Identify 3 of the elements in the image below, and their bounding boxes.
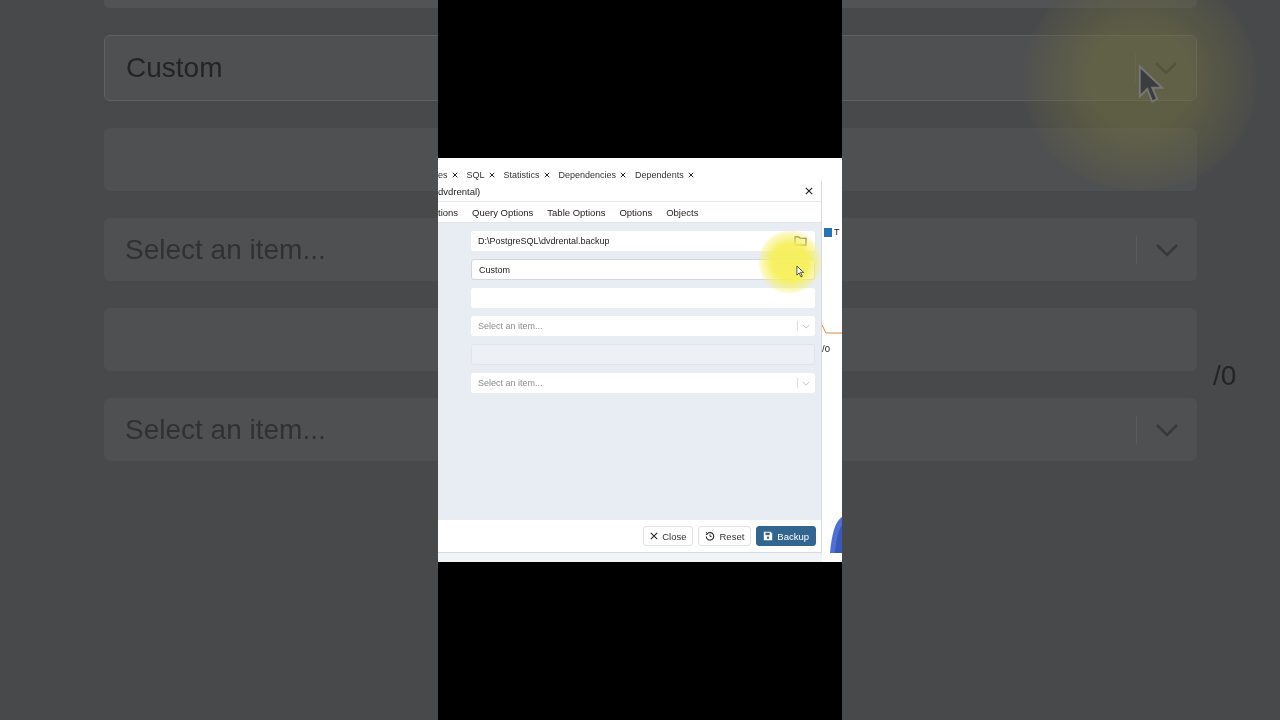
legend-label: T [834,227,840,237]
chart-label: /0 [822,343,831,354]
dialog-title: dvdrental) [438,185,481,197]
